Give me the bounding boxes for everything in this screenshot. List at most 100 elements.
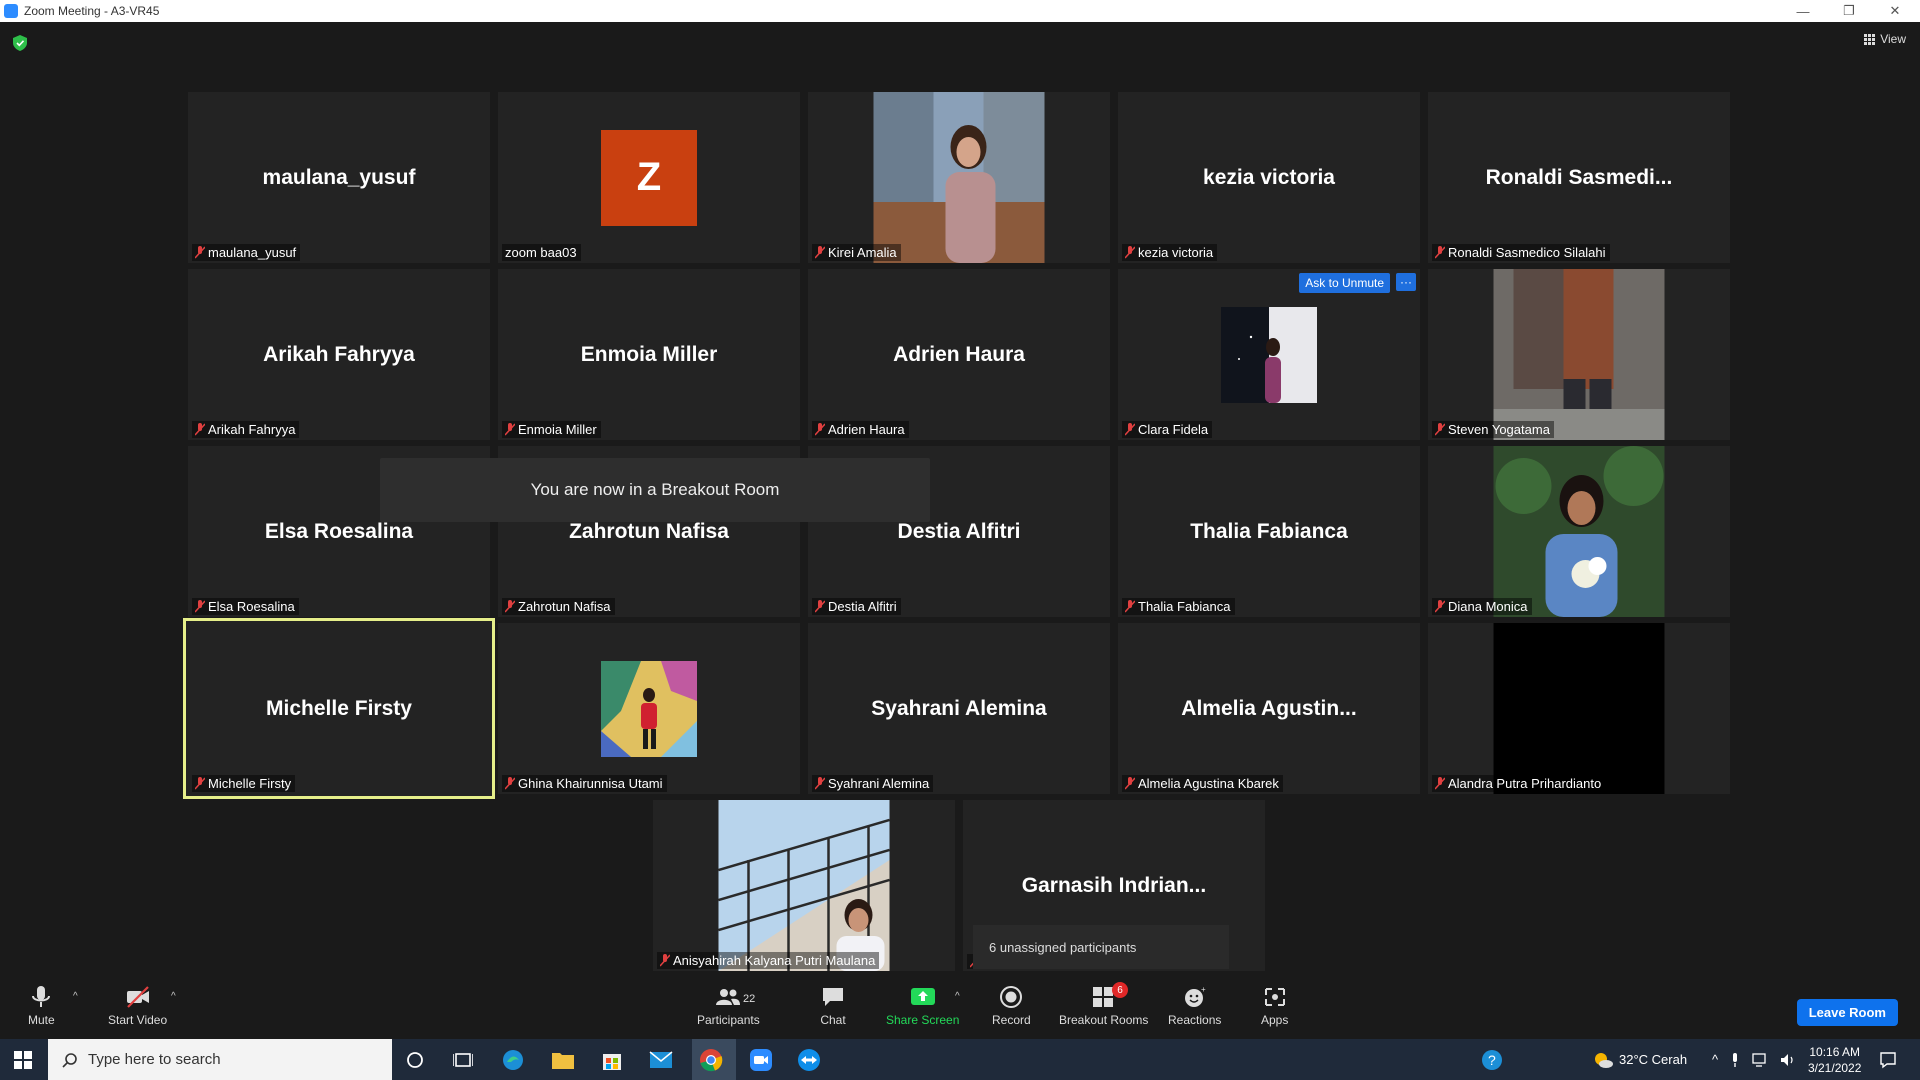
- participant-video-black: [1493, 623, 1665, 794]
- volume-icon[interactable]: [1780, 1053, 1796, 1067]
- leave-room-button[interactable]: Leave Room: [1796, 999, 1898, 1026]
- participant-name-large: Elsa Roesalina: [264, 519, 414, 543]
- participant-tile[interactable]: Anisyahirah Kalyana Putri Maulana: [653, 800, 955, 971]
- participant-tile[interactable]: Ghina Khairunnisa Utami: [498, 623, 800, 794]
- participant-tile[interactable]: Diana Monica: [1428, 446, 1730, 617]
- chat-button[interactable]: Chat: [820, 985, 846, 1027]
- start-button[interactable]: [0, 1039, 46, 1080]
- zoom-taskbar-icon[interactable]: [746, 1045, 776, 1075]
- participant-name-large: Zahrotun Nafisa: [569, 519, 729, 543]
- participant-tile[interactable]: Z zoom baa03: [498, 92, 800, 263]
- file-explorer-icon[interactable]: [548, 1045, 578, 1075]
- record-label: Record: [992, 1013, 1031, 1027]
- participant-name-large: Michelle Firsty: [266, 696, 412, 720]
- mute-options-caret[interactable]: ^: [73, 991, 78, 1002]
- clock[interactable]: 10:16 AM 3/21/2022: [1808, 1039, 1861, 1080]
- participant-label: Elsa Roesalina: [192, 598, 299, 615]
- participants-button[interactable]: Participants: [697, 985, 760, 1027]
- participant-label-text: zoom baa03: [505, 245, 577, 260]
- participant-name-large: Destia Alfitri: [897, 519, 1021, 543]
- cortana-icon[interactable]: [400, 1045, 430, 1075]
- participant-label: Ronaldi Sasmedico Silalahi: [1432, 244, 1610, 261]
- meeting-toolbar: Mute ^ Start Video ^ Participants 22 Cha…: [0, 977, 1920, 1039]
- participant-tile[interactable]: Arikah Fahryya Arikah Fahryya: [188, 269, 490, 440]
- mic-muted-icon: [1435, 600, 1445, 613]
- share-screen-button[interactable]: Share Screen: [886, 985, 959, 1027]
- mic-muted-icon: [505, 600, 515, 613]
- participant-label-text: Elsa Roesalina: [208, 599, 295, 614]
- mic-muted-icon: [1435, 777, 1445, 790]
- tray-microphone-icon[interactable]: [1730, 1052, 1740, 1067]
- participant-label-text: Diana Monica: [1448, 599, 1528, 614]
- edge-browser-icon[interactable]: [498, 1045, 528, 1075]
- participant-tile[interactable]: Ronaldi Sasmedi... Ronaldi Sasmedico Sil…: [1428, 92, 1730, 263]
- mute-button[interactable]: Mute: [28, 985, 55, 1027]
- breakout-room-notification: You are now in a Breakout Room: [380, 458, 930, 522]
- participant-label: Syahrani Alemina: [812, 775, 934, 792]
- record-button[interactable]: Record: [992, 985, 1031, 1027]
- mic-muted-icon: [660, 954, 670, 967]
- participant-tile[interactable]: Almelia Agustin... Almelia Agustina Kbar…: [1118, 623, 1420, 794]
- notifications-icon[interactable]: [1873, 1045, 1903, 1075]
- participant-tile[interactable]: kezia victoria kezia victoria: [1118, 92, 1420, 263]
- start-video-button[interactable]: Start Video: [108, 985, 167, 1027]
- video-off-icon: [126, 986, 149, 1008]
- participants-icon: [716, 989, 741, 1005]
- clock-date: 3/21/2022: [1808, 1060, 1862, 1075]
- participant-tile[interactable]: Kirei Amalia: [808, 92, 1110, 263]
- participant-label-text: Alandra Putra Prihardianto: [1448, 776, 1602, 791]
- participant-label-text: Zahrotun Nafisa: [518, 599, 611, 614]
- participant-label-text: Enmoia Miller: [518, 422, 597, 437]
- help-icon[interactable]: ?: [1477, 1045, 1507, 1075]
- weather-widget[interactable]: 32°C Cerah: [1593, 1039, 1687, 1080]
- participant-name-large: Almelia Agustin...: [1181, 696, 1357, 720]
- encryption-shield-icon[interactable]: [13, 35, 27, 51]
- share-options-caret[interactable]: ^: [955, 991, 960, 1002]
- breakout-rooms-button[interactable]: Breakout Rooms: [1059, 985, 1148, 1027]
- participant-label: Almelia Agustina Kbarek: [1122, 775, 1283, 792]
- participant-tile[interactable]: maulana_yusuf maulana_yusuf: [188, 92, 490, 263]
- system-tray: ^: [1712, 1039, 1796, 1080]
- participant-label: Zahrotun Nafisa: [502, 598, 615, 615]
- participant-label: Thalia Fabianca: [1122, 598, 1235, 615]
- task-view-icon[interactable]: [448, 1045, 478, 1075]
- chat-label: Chat: [820, 1013, 846, 1027]
- restore-button[interactable]: ❐: [1826, 0, 1872, 22]
- ask-to-unmute-button[interactable]: Ask to Unmute: [1299, 273, 1390, 293]
- video-options-caret[interactable]: ^: [171, 991, 176, 1002]
- network-icon[interactable]: [1752, 1052, 1768, 1067]
- close-button[interactable]: ✕: [1872, 0, 1918, 22]
- participant-label-text: Destia Alfitri: [828, 599, 897, 614]
- participant-tile-active-speaker[interactable]: Michelle Firsty Michelle Firsty: [183, 618, 495, 799]
- more-options-button[interactable]: ···: [1396, 273, 1416, 291]
- participant-label: Diana Monica: [1432, 598, 1532, 615]
- chrome-icon[interactable]: [696, 1045, 726, 1075]
- microsoft-store-icon[interactable]: [597, 1045, 627, 1075]
- teamviewer-icon[interactable]: [794, 1045, 824, 1075]
- participant-tile[interactable]: Enmoia Miller Enmoia Miller: [498, 269, 800, 440]
- participant-label: Alandra Putra Prihardianto: [1432, 775, 1606, 792]
- windows-logo-icon: [14, 1050, 32, 1069]
- share-screen-icon: [910, 988, 935, 1005]
- tray-overflow-chevron-icon[interactable]: ^: [1712, 1052, 1718, 1067]
- mail-icon[interactable]: [646, 1045, 676, 1075]
- window-title: Zoom Meeting - A3-VR45: [24, 4, 160, 18]
- participant-tile[interactable]: Alandra Putra Prihardianto: [1428, 623, 1730, 794]
- unassigned-participants-tooltip[interactable]: 6 unassigned participants: [973, 925, 1229, 969]
- participant-tile[interactable]: Adrien Haura Adrien Haura: [808, 269, 1110, 440]
- apps-button[interactable]: Apps: [1261, 985, 1288, 1027]
- participant-label: zoom baa03: [502, 244, 581, 261]
- minimize-button[interactable]: —: [1780, 0, 1826, 22]
- mic-muted-icon: [815, 777, 825, 790]
- mic-muted-icon: [505, 423, 515, 436]
- taskbar-search-box[interactable]: Type here to search: [48, 1039, 392, 1080]
- participant-tile[interactable]: Steven Yogatama: [1428, 269, 1730, 440]
- participant-tile[interactable]: Thalia Fabianca Thalia Fabianca: [1118, 446, 1420, 617]
- participant-video-image: [1493, 269, 1665, 440]
- participant-name-large: Thalia Fabianca: [1190, 519, 1348, 543]
- participant-tile[interactable]: Ask to Unmute ··· Clara Fidela: [1118, 269, 1420, 440]
- participant-tile[interactable]: Syahrani Alemina Syahrani Alemina: [808, 623, 1110, 794]
- mic-muted-icon: [195, 246, 205, 259]
- view-button[interactable]: View: [1864, 32, 1906, 46]
- reactions-button[interactable]: + Reactions: [1168, 985, 1221, 1027]
